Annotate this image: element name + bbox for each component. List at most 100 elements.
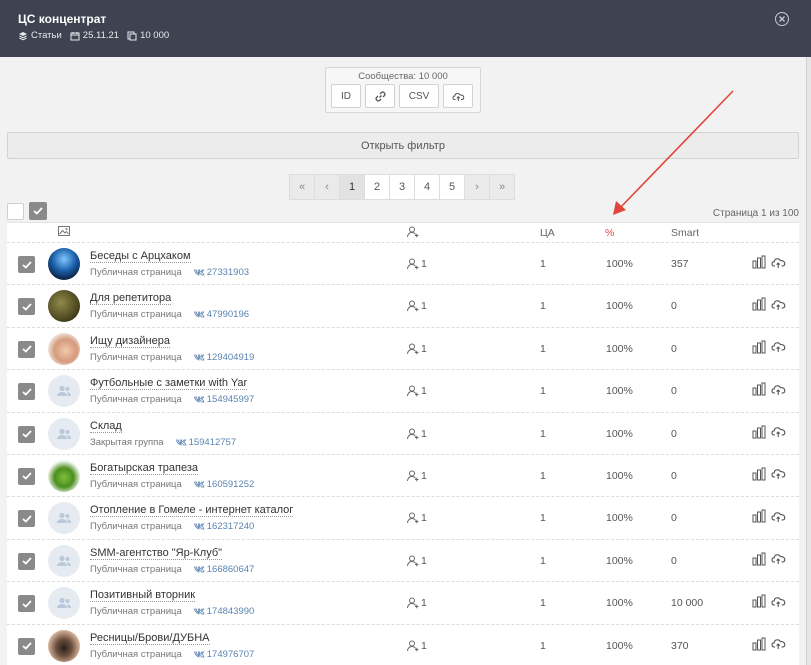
export-csv-button[interactable]: CSV bbox=[399, 84, 439, 108]
stats-button[interactable] bbox=[752, 467, 767, 481]
members-value: 1 bbox=[421, 300, 427, 313]
row-checkbox[interactable] bbox=[18, 298, 35, 316]
page-5-button[interactable]: 5 bbox=[439, 174, 465, 200]
page-last-button[interactable]: » bbox=[489, 174, 515, 200]
page-2-button[interactable]: 2 bbox=[364, 174, 390, 200]
deselect-all-checkbox[interactable] bbox=[7, 203, 24, 220]
stats-button[interactable] bbox=[752, 637, 767, 651]
row-checkbox[interactable] bbox=[18, 340, 35, 358]
upload-button[interactable] bbox=[771, 298, 786, 311]
community-avatar bbox=[48, 459, 80, 492]
smart-column-header[interactable]: Smart bbox=[671, 227, 699, 239]
page-4-button[interactable]: 4 bbox=[414, 174, 440, 200]
community-id-link[interactable]: 129404919 bbox=[193, 352, 254, 363]
pct-value: 100% bbox=[606, 469, 633, 482]
community-id-link[interactable]: 166860647 bbox=[193, 564, 254, 575]
community-name[interactable]: Для репетитора bbox=[90, 292, 172, 306]
pct-value: 100% bbox=[606, 385, 633, 398]
avatar-column-header[interactable] bbox=[58, 226, 70, 239]
community-name[interactable]: Склад bbox=[90, 420, 122, 433]
stats-button[interactable] bbox=[752, 509, 767, 523]
open-filter-button[interactable]: Открыть фильтр bbox=[7, 132, 799, 159]
community-type: Публичная страница bbox=[90, 521, 182, 533]
upload-button[interactable] bbox=[771, 425, 786, 438]
row-checkbox[interactable] bbox=[18, 510, 35, 528]
upload-button[interactable] bbox=[771, 340, 786, 353]
stats-button[interactable] bbox=[752, 255, 767, 269]
community-meta: Публичная страница 154945997 bbox=[90, 394, 254, 405]
community-id-link[interactable]: 27331903 bbox=[193, 267, 249, 278]
smart-value: 0 bbox=[671, 385, 677, 398]
page-1-button[interactable]: 1 bbox=[339, 174, 365, 200]
page-prev-button[interactable]: ‹ bbox=[314, 174, 340, 200]
upload-button[interactable] bbox=[771, 383, 786, 396]
select-all-checkbox[interactable] bbox=[29, 202, 47, 220]
close-icon bbox=[779, 16, 785, 22]
page-first-button[interactable]: « bbox=[289, 174, 315, 200]
ca-value: 1 bbox=[540, 639, 546, 652]
row-checkbox[interactable] bbox=[18, 552, 35, 570]
community-name[interactable]: SMM-агентство "Яр-Клуб" bbox=[90, 547, 223, 560]
row-checkbox[interactable] bbox=[18, 383, 35, 401]
community-avatar bbox=[48, 332, 80, 365]
row-checkbox[interactable] bbox=[18, 637, 35, 655]
community-id-link[interactable]: 47990196 bbox=[193, 309, 249, 320]
ca-column-header[interactable]: ЦА bbox=[540, 227, 555, 239]
close-button[interactable] bbox=[775, 12, 789, 26]
export-cloud-button[interactable] bbox=[443, 84, 473, 108]
community-name[interactable]: Богатырская трапеза bbox=[90, 462, 198, 475]
members-value: 1 bbox=[421, 597, 427, 610]
row-checkbox[interactable] bbox=[18, 595, 35, 613]
stats-button[interactable] bbox=[752, 382, 767, 396]
community-name[interactable]: Беседы с Арцхаком bbox=[90, 250, 191, 263]
upload-button[interactable] bbox=[771, 637, 786, 650]
members-column-header[interactable] bbox=[407, 226, 419, 241]
upload-button[interactable] bbox=[771, 467, 786, 480]
upload-button[interactable] bbox=[771, 552, 786, 565]
community-avatar bbox=[48, 629, 80, 662]
community-id-link[interactable]: 154945997 bbox=[193, 394, 254, 405]
export-link-button[interactable] bbox=[365, 84, 395, 108]
community-name[interactable]: Ресницы/Брови/ДУБНА bbox=[90, 632, 210, 645]
community-id-link[interactable]: 174843990 bbox=[193, 606, 254, 617]
row-actions bbox=[752, 637, 786, 651]
community-id-link[interactable]: 160591252 bbox=[193, 479, 254, 490]
row-checkbox[interactable] bbox=[18, 467, 35, 485]
community-id-link[interactable]: 174976707 bbox=[193, 649, 254, 660]
upload-button[interactable] bbox=[771, 256, 786, 269]
bar-chart-icon bbox=[752, 637, 766, 651]
link-icon bbox=[374, 90, 386, 102]
page-next-button[interactable]: › bbox=[464, 174, 490, 200]
cloud-upload-icon bbox=[771, 257, 786, 268]
pct-column-header[interactable]: % bbox=[605, 227, 614, 239]
row-checkbox[interactable] bbox=[18, 256, 35, 273]
row-checkbox[interactable] bbox=[18, 425, 35, 443]
members-cell: 1 bbox=[407, 343, 427, 355]
layers-icon bbox=[19, 31, 27, 40]
community-name[interactable]: Позитивный вторник bbox=[90, 589, 196, 603]
community-id-link[interactable]: 159412757 bbox=[175, 437, 236, 448]
community-name[interactable]: Ищу дизайнера bbox=[90, 335, 170, 348]
community-name[interactable]: Отопление в Гомеле - интернет каталог bbox=[90, 504, 294, 518]
export-id-button[interactable]: ID bbox=[331, 84, 361, 108]
page-info: Страница 1 из 100 bbox=[712, 208, 799, 219]
communities-table: ЦА % Smart Беседы с Арцхаком Публичная с… bbox=[7, 222, 799, 665]
user-icon bbox=[407, 597, 419, 609]
ca-value: 1 bbox=[540, 512, 546, 525]
check-icon bbox=[21, 303, 32, 311]
stats-button[interactable] bbox=[752, 297, 767, 311]
community-id-link[interactable]: 162317240 bbox=[193, 521, 254, 532]
upload-button[interactable] bbox=[771, 595, 786, 608]
users-icon bbox=[57, 428, 71, 439]
community-avatar bbox=[48, 248, 80, 280]
stats-button[interactable] bbox=[752, 594, 767, 608]
upload-button[interactable] bbox=[771, 510, 786, 523]
stats-button[interactable] bbox=[752, 340, 767, 354]
community-name[interactable]: Футбольные с заметки with Yar bbox=[90, 377, 248, 391]
stats-button[interactable] bbox=[752, 552, 767, 566]
vk-icon bbox=[193, 354, 205, 361]
page-3-button[interactable]: 3 bbox=[389, 174, 415, 200]
bar-chart-icon bbox=[752, 382, 766, 396]
stats-button[interactable] bbox=[752, 425, 767, 439]
table-row: Отопление в Гомеле - интернет каталог Пу… bbox=[7, 497, 799, 540]
